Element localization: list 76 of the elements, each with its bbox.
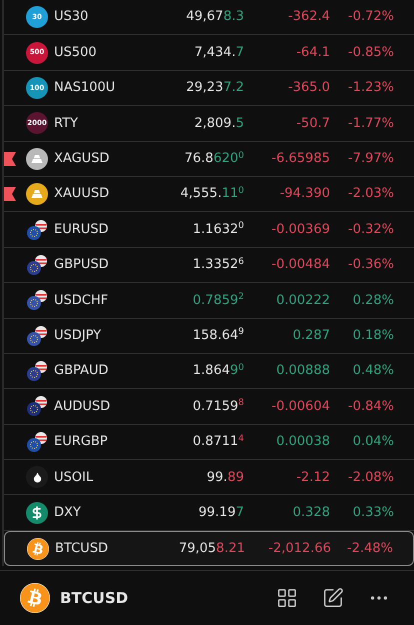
price: 1.1632$^{0}$ [192, 220, 244, 239]
change-value: -362.4 [287, 8, 330, 26]
price: 1.3352$^{6}$ [192, 256, 244, 274]
watchlist-row[interactable]: XAGUSD 76.8620$^{0}$ -6.65985 -7.97% [4, 142, 414, 177]
watchlist-row[interactable]: GBPUSD 1.3352$^{6}$ -0.00484 -0.36% [4, 248, 414, 284]
change-percent: 0.48% [352, 362, 394, 380]
watchlist-row[interactable]: USDJPY 158.64$^{9}$ 0.287 0.18% [4, 318, 414, 354]
change-value: -2.12 [295, 468, 330, 487]
change-value: -2,012.66 [267, 540, 331, 558]
symbol-name: EURUSD [54, 220, 110, 239]
change-value: -6.65985 [270, 150, 330, 168]
price: 49,678.3 [185, 8, 244, 26]
watchlist-row[interactable]: XAUUSD 4,555.11$^{0}$ -94.390 -2.03% [4, 176, 414, 212]
change-value: -50.7 [295, 114, 330, 133]
change-percent: -0.72% [347, 8, 394, 26]
change-value: 0.328 [292, 504, 330, 522]
symbol-name: EURGBP [54, 433, 109, 452]
price: 0.8711$^{4}$ [192, 432, 244, 452]
price: 0.7859$^{2}$ [192, 291, 244, 310]
price: 158.64$^{9}$ [192, 326, 244, 345]
change-value: -94.390 [278, 185, 330, 204]
price: 7,434.7 [193, 44, 244, 62]
watchlist-row[interactable]: GBPAUD 1.8649$^{0}$ 0.00888 0.48% [4, 354, 414, 390]
symbol-name: US30 [54, 8, 90, 26]
change-percent: 0.28% [352, 292, 394, 310]
change-percent: -0.32% [347, 220, 394, 239]
symbol-name: DXY [54, 504, 82, 522]
change-percent: -7.97% [347, 150, 394, 168]
change-percent: 0.04% [352, 433, 394, 452]
watchlist-row[interactable]: BTCUSD 79,058.21 -2,012.66 -2.48% [4, 530, 414, 566]
price: 76.8620$^{0}$ [183, 150, 244, 168]
symbol-name: NAS100U [54, 79, 116, 98]
change-percent: 0.18% [352, 326, 394, 345]
symbol-name: USDCHF [54, 292, 110, 310]
symbol-name: AUDUSD [54, 398, 112, 416]
watchlist-row[interactable]: USOIL 99.89 -2.12 -2.08% [4, 460, 414, 496]
price: 99.197 [198, 504, 244, 522]
price: 29,237.2 [185, 79, 244, 98]
change-percent: -2.08% [347, 468, 394, 487]
symbol-name: GBPAUD [54, 362, 110, 380]
change-percent: -1.77% [347, 114, 394, 133]
change-value: 0.00038 [275, 433, 330, 452]
symbol-name: USDJPY [54, 326, 102, 345]
watchlist-row[interactable]: USDCHF 0.7859$^{2}$ 0.00222 0.28% [4, 283, 414, 319]
symbol-name: US500 [54, 44, 98, 62]
change-value: -365.0 [287, 79, 330, 98]
change-percent: -0.85% [347, 44, 394, 62]
change-percent: -0.36% [347, 256, 394, 274]
watchlist-row[interactable]: EURGBP 0.8711$^{4}$ 0.00038 0.04% [4, 424, 414, 460]
change-percent: -0.84% [347, 398, 394, 416]
change-percent: -2.48% [346, 540, 393, 558]
change-value: 0.00888 [275, 362, 330, 380]
change-percent: -2.03% [347, 185, 394, 204]
price: 0.7159$^{8}$ [192, 397, 244, 416]
change-value: -0.00604 [270, 398, 330, 416]
change-percent: -1.23% [347, 79, 394, 98]
symbol-name: RTY [54, 114, 79, 133]
change-value: -0.00484 [270, 256, 330, 274]
price: 4,555.11$^{0}$ [179, 184, 244, 204]
symbol-name: XAGUSD [54, 150, 110, 168]
price: 79,058.21 [178, 540, 245, 558]
change-value: 0.00222 [275, 292, 330, 310]
symbol-name: USOIL [54, 468, 94, 487]
selected-symbol: BTCUSD [60, 588, 128, 609]
change-percent: 0.33% [352, 504, 394, 522]
symbol-name: XAUUSD [54, 185, 110, 204]
change-value: -0.00369 [270, 220, 330, 239]
price: 99.89 [206, 468, 244, 487]
symbol-name: BTCUSD [55, 540, 109, 558]
change-value: -64.1 [295, 44, 330, 62]
price: 2,809.5 [193, 114, 244, 133]
change-value: 0.287 [292, 326, 330, 345]
watchlist-row[interactable]: EURUSD 1.1632$^{0}$ -0.00369 -0.32% [4, 212, 414, 248]
watchlist-row[interactable]: AUDUSD 0.7159$^{8}$ -0.00604 -0.84% [4, 389, 414, 425]
price: 1.8649$^{0}$ [192, 362, 244, 380]
symbol-name: GBPUSD [54, 256, 110, 274]
